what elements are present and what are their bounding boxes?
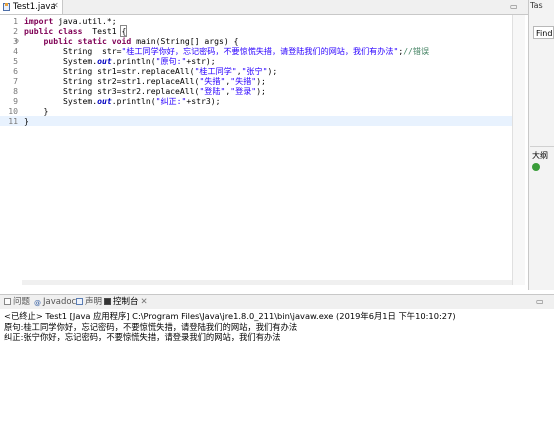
line-number: 8 bbox=[13, 86, 18, 96]
java-file-icon bbox=[3, 3, 10, 11]
javadoc-icon: @ bbox=[34, 299, 41, 307]
console-output-line: 纠正:张宁你好，忘记密码，不要惊慌失措，请登录我们的网站，我们有办法 bbox=[4, 332, 281, 342]
code-line[interactable]: 9 System.out.println("纠正:"+str3); bbox=[0, 96, 512, 106]
console-icon bbox=[104, 298, 111, 305]
code-text: public class Test1 { bbox=[24, 25, 128, 37]
code-text: String str2=str1.replaceAll("失措","失措"); bbox=[24, 76, 266, 86]
code-text: System.out.println("原句:"+str); bbox=[24, 56, 216, 66]
tab-label: Javadoc bbox=[43, 297, 77, 307]
problems-icon bbox=[4, 298, 11, 305]
code-text: System.out.println("纠正:"+str3); bbox=[24, 96, 221, 106]
line-number: 6 bbox=[13, 66, 18, 76]
line-number: 5 bbox=[13, 56, 18, 66]
code-text: } bbox=[24, 106, 49, 116]
code-line[interactable]: 1 import java.util.*; bbox=[0, 16, 512, 26]
task-list-tab[interactable]: Tas bbox=[530, 1, 543, 10]
declaration-icon bbox=[76, 298, 83, 305]
line-number: 10 bbox=[8, 106, 18, 116]
fold-toggle-icon[interactable]: ⊖ bbox=[15, 36, 19, 46]
console-output-line: 原句:桂工同学你好，忘记密码，不要惊慌失措，请登陆我们的网站，我们有办法 bbox=[4, 322, 298, 332]
bottom-tab-bar: 问题 @ Javadoc 声明 控制台 ✕ ▭ bbox=[0, 294, 554, 310]
line-number: 9 bbox=[13, 96, 18, 106]
code-text: String str="桂工同学你好，忘记密码，不要惊慌失措，请登陆我们的网站，… bbox=[24, 46, 430, 56]
line-number: 4 bbox=[13, 46, 18, 56]
code-text: } bbox=[24, 116, 29, 126]
code-line[interactable]: 8 String str3=str2.replaceAll("登陆","登录")… bbox=[0, 86, 512, 96]
code-line[interactable]: 2 public class Test1 { bbox=[0, 25, 512, 37]
code-line[interactable]: 5 System.out.println("原句:"+str); bbox=[0, 56, 512, 66]
editor-tab-test1[interactable]: Test1.java ✕ bbox=[0, 0, 63, 14]
code-text: public static void main(String[] args) { bbox=[43, 36, 239, 46]
tab-label: 控制台 bbox=[113, 297, 139, 307]
minimize-icon[interactable]: ▭ bbox=[536, 297, 546, 306]
code-text: String str3=str2.replaceAll("登陆","登录"); bbox=[24, 86, 266, 96]
right-panel bbox=[528, 0, 554, 290]
tab-label: 问题 bbox=[13, 297, 31, 307]
code-line[interactable]: 10 } bbox=[0, 106, 512, 116]
outline-panel: 大纲 bbox=[530, 146, 554, 187]
close-icon[interactable]: ✕ bbox=[52, 1, 59, 10]
horizontal-scrollbar[interactable] bbox=[22, 280, 512, 285]
maximize-icon[interactable]: ▭ bbox=[510, 2, 520, 11]
code-line[interactable]: 4 String str="桂工同学你好，忘记密码，不要惊慌失措，请登陆我们的网… bbox=[0, 46, 512, 56]
class-icon bbox=[532, 163, 540, 171]
code-text: String str1=str.replaceAll("桂工同学","张宁"); bbox=[24, 66, 278, 76]
editor-tab-label: Test1.java bbox=[13, 2, 56, 12]
overview-ruler bbox=[512, 15, 525, 285]
tab-console[interactable]: 控制台 ✕ bbox=[104, 297, 148, 307]
tab-javadoc[interactable]: @ Javadoc bbox=[34, 297, 76, 307]
code-line[interactable]: 7 String str2=str1.replaceAll("失措","失措")… bbox=[0, 76, 512, 86]
line-number: 1 bbox=[13, 16, 18, 26]
code-text: import java.util.*; bbox=[24, 16, 117, 26]
tab-label: 声明 bbox=[85, 297, 103, 307]
editor-tab-bar: Test1.java ✕ ▭ bbox=[0, 0, 528, 15]
find-input[interactable]: Find bbox=[533, 26, 554, 39]
line-number: 7 bbox=[13, 76, 18, 86]
tab-problems[interactable]: 问题 bbox=[4, 297, 30, 307]
code-line[interactable]: 11} bbox=[0, 116, 512, 126]
close-icon[interactable]: ✕ bbox=[141, 297, 148, 307]
line-number: 11 bbox=[8, 116, 18, 126]
code-line[interactable]: 6 String str1=str.replaceAll("桂工同学","张宁"… bbox=[0, 66, 512, 76]
tab-declaration[interactable]: 声明 bbox=[76, 297, 102, 307]
line-number: 2 bbox=[13, 26, 18, 36]
console-header: <已终止> Test1 [Java 应用程序] C:\Program Files… bbox=[4, 311, 456, 321]
outline-tab[interactable]: 大纲 bbox=[532, 150, 548, 161]
code-line[interactable]: 3 ⊖ public static void main(String[] args… bbox=[0, 36, 512, 46]
